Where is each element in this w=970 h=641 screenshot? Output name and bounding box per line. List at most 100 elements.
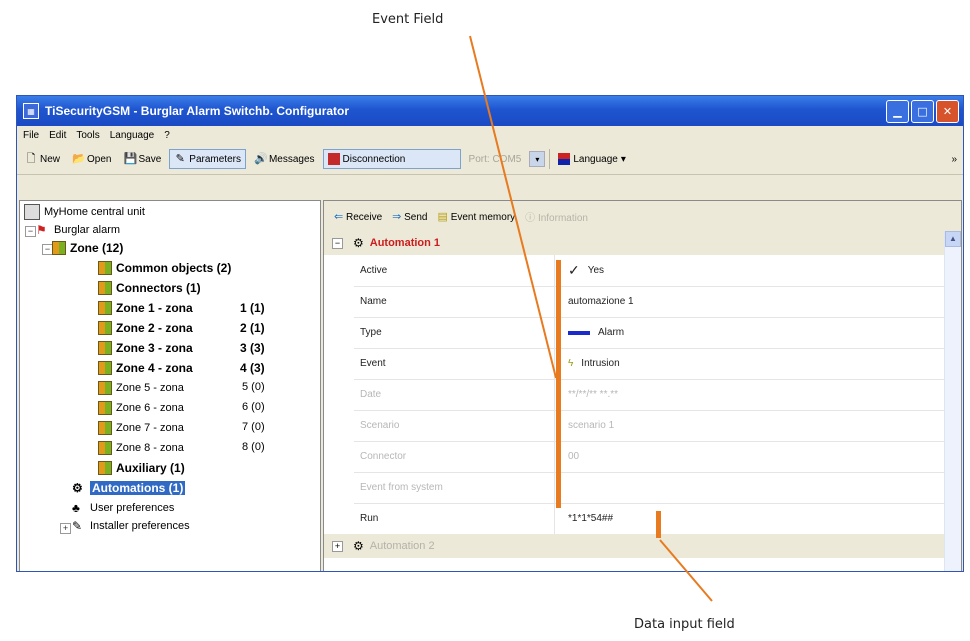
property-row-event[interactable]: Event ϟ Intrusion: [354, 348, 944, 380]
tree-item[interactable]: Zone 6 - zona: [98, 399, 184, 417]
send-arrow-icon: ⇒: [392, 210, 402, 223]
minimize-button[interactable]: ▁: [886, 99, 909, 123]
property-label: Connector: [360, 451, 407, 462]
port-dropdown-icon[interactable]: ▾: [529, 151, 546, 167]
title-bar[interactable]: ▦ TiSecurityGSM - Burglar Alarm Switchb.…: [17, 96, 963, 126]
run-value-input[interactable]: *1*1*54##: [560, 513, 613, 524]
property-row-date: Date **/**/** **.**: [354, 379, 944, 411]
property-row-type[interactable]: Type Alarm: [354, 317, 944, 349]
name-value[interactable]: automazione 1: [560, 296, 634, 307]
close-button[interactable]: ✕: [936, 99, 959, 123]
tree-installer-preferences[interactable]: ✎ Installer preferences: [72, 517, 190, 535]
automation-1-header[interactable]: − ⚙ Automation 1: [324, 231, 944, 255]
menu-edit[interactable]: Edit: [49, 130, 66, 141]
receive-label: Receive: [346, 211, 383, 223]
tree-root[interactable]: MyHome central unit: [24, 203, 145, 221]
open-label: Open: [87, 153, 112, 165]
information-button[interactable]: ⓘ Information: [525, 209, 588, 224]
parameters-button[interactable]: ✎ Parameters: [169, 149, 246, 169]
menu-file[interactable]: File: [23, 130, 39, 141]
collapse-icon[interactable]: −: [25, 226, 36, 237]
tree-item-label: Zone 8 - zona: [116, 442, 184, 454]
tree-burglar-alarm[interactable]: ⚑ Burglar alarm: [36, 221, 120, 239]
scroll-up-icon[interactable]: ▲: [945, 231, 961, 247]
tree-panel: MyHome central unit − ⚑ Burglar alarm − Z…: [19, 200, 321, 571]
new-button[interactable]: 🗋 New: [21, 150, 64, 168]
port-label: Port: COM5: [468, 153, 522, 165]
menu-tools[interactable]: Tools: [76, 130, 99, 141]
tree-zone-group[interactable]: Zone (12): [52, 239, 123, 257]
toolbar-separator: [549, 149, 551, 169]
property-label: Type: [360, 327, 382, 338]
property-row-run[interactable]: Run *1*1*54##: [354, 503, 944, 535]
app-icon: ▦: [23, 103, 39, 119]
expand-icon[interactable]: +: [332, 540, 343, 552]
speaker-icon: 🔊: [253, 153, 268, 165]
action-toolbar: ⇐ Receive ⇒ Send ▤ Event memory ⓘ Inform…: [324, 201, 961, 231]
active-value: Yes: [587, 265, 605, 276]
tree-automations[interactable]: ⚙ Automations (1): [72, 479, 186, 497]
tree-item[interactable]: Zone 4 - zona: [98, 359, 193, 377]
tree-item[interactable]: Zone 7 - zona: [98, 419, 184, 437]
zone-icon: [98, 321, 112, 335]
automation-2-header[interactable]: + ⚙ Automation 2: [324, 534, 944, 558]
expand-icon[interactable]: +: [60, 523, 71, 534]
maximize-button[interactable]: □: [911, 99, 934, 123]
new-document-icon: 🗋: [26, 153, 36, 165]
property-row-event-from-system: Event from system: [354, 472, 944, 504]
zone-icon: [98, 421, 112, 435]
zone-count: 8 (0): [242, 441, 265, 453]
tree-zone-label: Zone (12): [70, 241, 124, 255]
property-value[interactable]: Alarm: [560, 327, 624, 338]
property-value[interactable]: ✓ Yes: [560, 262, 604, 279]
tree-user-preferences[interactable]: ♣ User preferences: [72, 499, 174, 517]
messages-button[interactable]: 🔊 Messages: [250, 150, 319, 168]
information-label: Information: [537, 212, 588, 224]
event-memory-icon: ▤: [437, 210, 448, 223]
language-button[interactable]: Language ▾: [554, 150, 630, 168]
tree-automations-label: Automations (1): [90, 481, 186, 495]
tree-item[interactable]: Common objects (2): [98, 259, 231, 277]
zone-count: 3 (3): [240, 341, 265, 355]
parameters-icon: ✎: [175, 153, 185, 165]
window-title: TiSecurityGSM - Burglar Alarm Switchb. C…: [45, 104, 350, 118]
save-button[interactable]: 💾 Save: [119, 150, 165, 168]
tree-user-label: User preferences: [90, 502, 175, 514]
tree-item[interactable]: Zone 1 - zona: [98, 299, 193, 317]
receive-arrow-icon: ⇐: [334, 210, 344, 223]
zone-count: 6 (0): [242, 401, 265, 413]
property-row-name[interactable]: Name automazione 1: [354, 286, 944, 318]
vertical-scrollbar[interactable]: ▲: [944, 231, 961, 571]
property-row-active[interactable]: Active ✓ Yes: [354, 255, 944, 287]
property-value[interactable]: ϟ Intrusion: [560, 358, 620, 369]
tree-item[interactable]: Connectors (1): [98, 279, 201, 297]
intrusion-icon: ϟ: [568, 358, 574, 369]
tree-item[interactable]: Zone 2 - zona: [98, 319, 193, 337]
menu-help[interactable]: ?: [164, 130, 170, 141]
send-button[interactable]: ⇒ Send: [392, 210, 427, 223]
menu-language[interactable]: Language: [110, 130, 155, 141]
zone-count: 4 (3): [240, 361, 265, 375]
zone-count: 7 (0): [242, 421, 265, 433]
event-memory-button[interactable]: ▤ Event memory: [438, 210, 516, 223]
tree-item[interactable]: Zone 8 - zona: [98, 439, 184, 457]
property-row-connector: Connector 00: [354, 441, 944, 473]
zone-icon: [98, 441, 112, 455]
disconnection-button[interactable]: ■ Disconnection: [322, 149, 461, 169]
tree-item[interactable]: Auxiliary (1): [98, 459, 185, 477]
alarm-bell-icon: ⚑: [36, 223, 47, 237]
collapse-icon[interactable]: −: [332, 237, 343, 249]
tree-item[interactable]: Zone 3 - zona: [98, 339, 193, 357]
zone-count: 1 (1): [240, 301, 265, 315]
zone-count: 5 (0): [242, 381, 265, 393]
tree-item[interactable]: Zone 5 - zona: [98, 379, 184, 397]
main-toolbar: 🗋 New 📂 Open 💾 Save ✎ Parameters 🔊 Messages ■…: [17, 144, 963, 175]
zone-count: 2 (1): [240, 321, 265, 335]
event-memory-label: Event memory: [450, 211, 516, 223]
receive-button[interactable]: ⇐ Receive: [334, 210, 382, 223]
zone-icon: [98, 461, 112, 475]
open-button[interactable]: 📂 Open: [68, 150, 115, 168]
type-value: Alarm: [598, 327, 625, 338]
tree-item-label: Zone 1 - zona: [116, 301, 193, 315]
toolbar-overflow-button[interactable]: »: [951, 154, 957, 165]
